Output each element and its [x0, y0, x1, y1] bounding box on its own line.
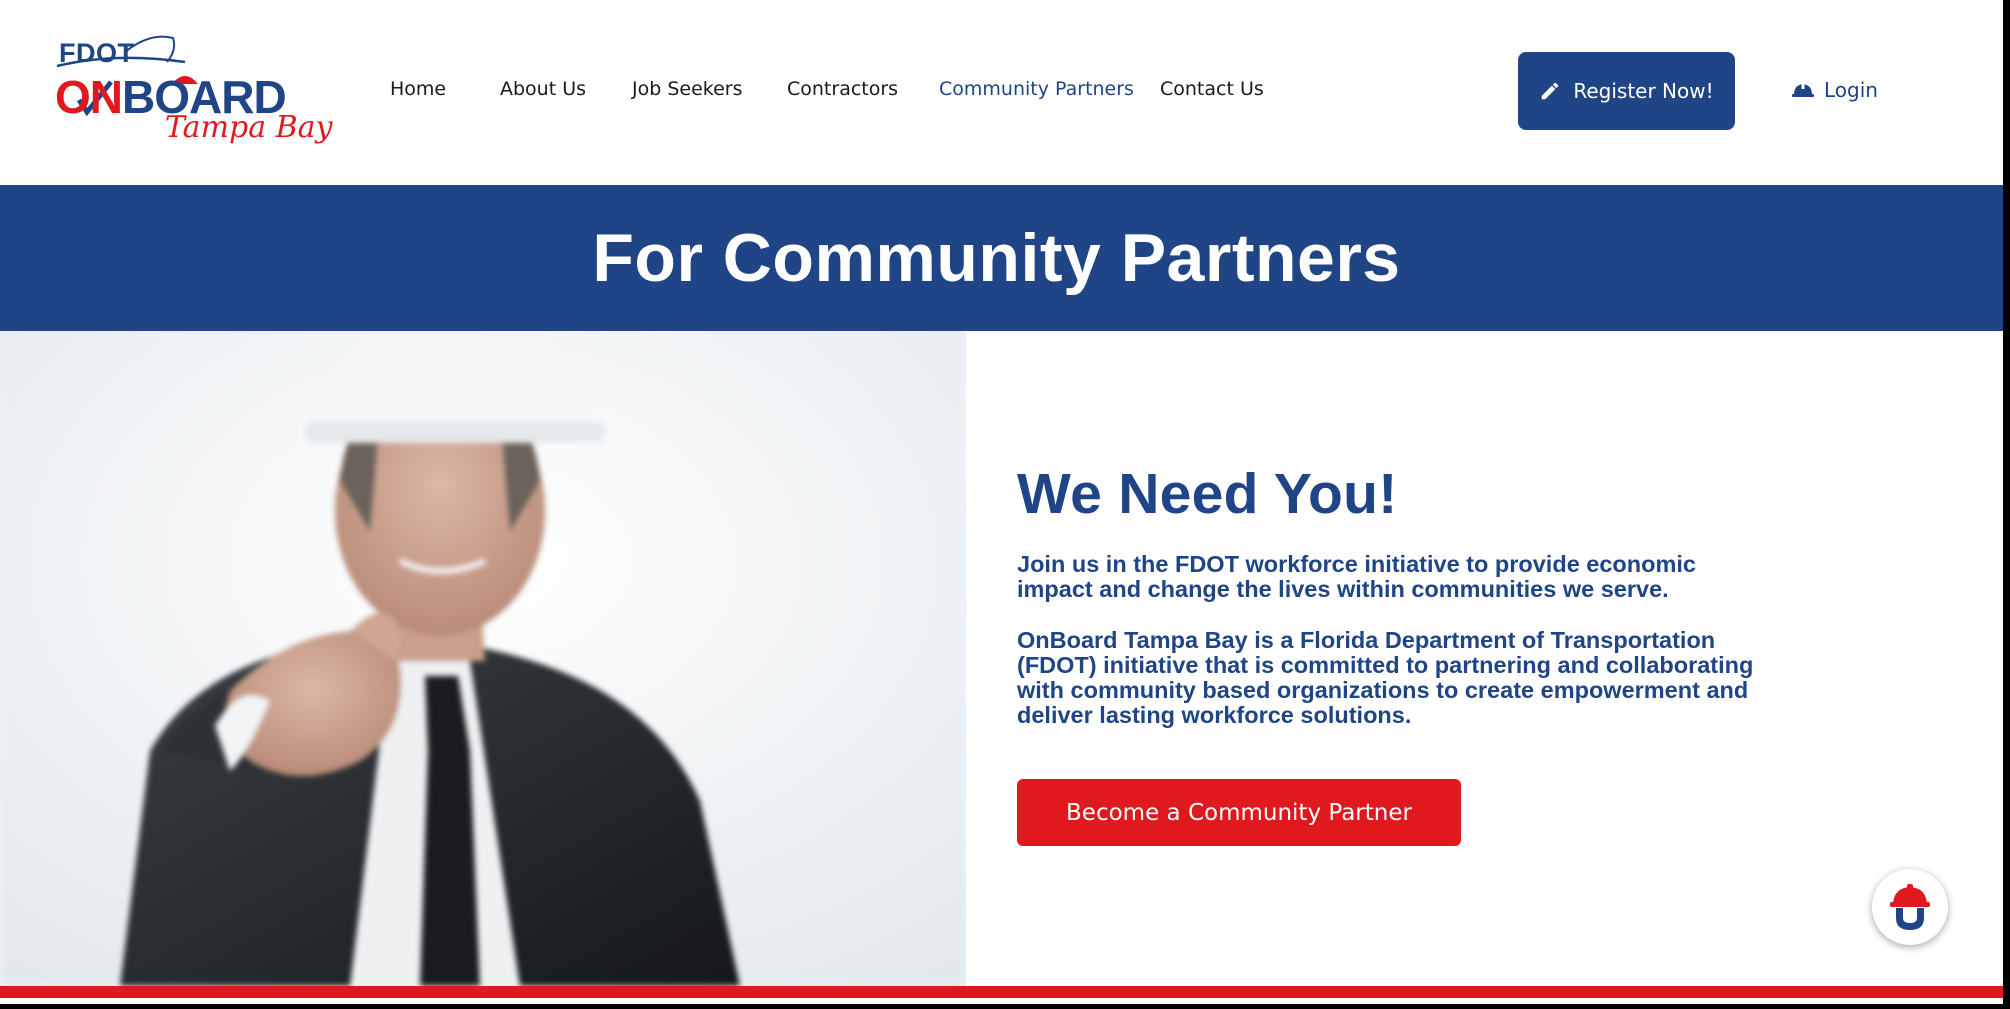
register-now-button[interactable]: Register Now!: [1518, 52, 1735, 130]
hero-paragraph-about: OnBoard Tampa Bay is a Florida Departmen…: [1017, 627, 1754, 728]
login-label: Login: [1824, 78, 1878, 102]
pencil-icon: [1542, 82, 1559, 100]
hero-photo: [0, 331, 966, 986]
register-now-label: Register Now!: [1573, 79, 1714, 103]
man-pointing-photo: [0, 331, 966, 986]
hardhat-chat-icon: [1883, 880, 1937, 934]
nav-home[interactable]: Home: [390, 78, 446, 100]
window-edge: [2003, 0, 2010, 1009]
nav-contractors[interactable]: Contractors: [787, 78, 898, 100]
hero-heading: We Need You!: [1017, 462, 1398, 526]
logo-fdot-text: FDOT: [59, 38, 135, 68]
chat-widget-button[interactable]: [1872, 869, 1948, 945]
page-title: For Community Partners: [592, 220, 1401, 296]
login-link[interactable]: Login: [1792, 78, 1878, 102]
page-title-banner: For Community Partners: [0, 185, 2003, 331]
bottom-accent-bar: [0, 986, 2003, 998]
page: FDOT ONBOARD Tampa Bay Home About Us Job…: [0, 0, 2003, 1004]
hardhat-icon: [1792, 83, 1814, 97]
hero-paragraph-intro: Join us in the FDOT workforce initiative…: [1017, 551, 1696, 602]
nav-contact-us[interactable]: Contact Us: [1160, 78, 1264, 100]
site-logo[interactable]: FDOT ONBOARD Tampa Bay: [55, 32, 333, 150]
nav-job-seekers[interactable]: Job Seekers: [632, 78, 743, 100]
logo-tampa-bay-text: Tampa Bay: [165, 110, 333, 145]
nav-community-partners[interactable]: Community Partners: [939, 78, 1134, 100]
become-community-partner-button[interactable]: Become a Community Partner: [1017, 779, 1461, 846]
site-header: FDOT ONBOARD Tampa Bay Home About Us Job…: [0, 0, 2003, 185]
nav-about-us[interactable]: About Us: [500, 78, 586, 100]
hero-content: We Need You! Join us in the FDOT workfor…: [1017, 462, 1777, 728]
